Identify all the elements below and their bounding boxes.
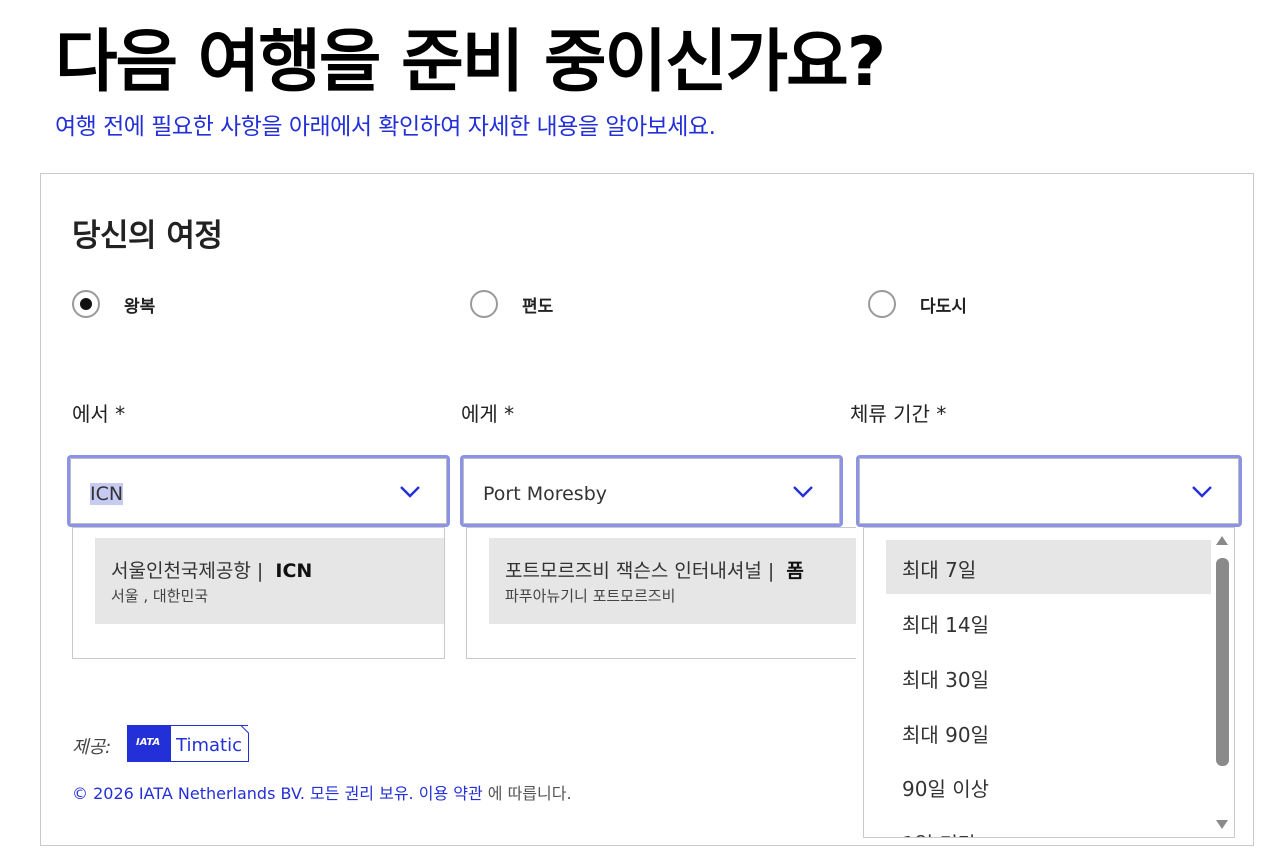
page-subtitle: 여행 전에 필요한 사항을 아래에서 확인하여 자세한 내용을 알아보세요.	[55, 114, 716, 140]
stay-option[interactable]: 최대 14일	[886, 595, 1211, 649]
option-location: 서울 , 대한민국	[111, 587, 209, 605]
iata-logo-icon: IATA	[128, 726, 171, 761]
to-label: 에게 *	[461, 402, 515, 426]
journey-title: 당신의 여정	[72, 218, 223, 254]
option-airport-code: 폼	[786, 560, 804, 582]
trip-type-roundtrip-radio[interactable]: 왕복	[72, 290, 155, 318]
from-dropdown: 서울인천국제공항 | ICN 서울 , 대한민국	[72, 527, 445, 659]
option-location: 파푸아뉴기니 포트모르즈비	[505, 587, 676, 605]
provided-by-label: 제공:	[72, 737, 112, 758]
page-title: 다음 여행을 준비 중이신가요?	[55, 23, 886, 102]
stay-option[interactable]: 최대 30일	[886, 650, 1211, 704]
terms-link[interactable]: 이용 약관	[419, 784, 483, 803]
scroll-down-arrow-icon[interactable]	[1216, 820, 1228, 829]
from-option-icn[interactable]: 서울인천국제공항 | ICN 서울 , 대한민국	[95, 538, 444, 624]
stay-duration-label: 체류 기간 *	[850, 402, 947, 426]
option-airport-name: 포트모르즈비 잭슨스 인터내셔널 |	[505, 560, 775, 582]
chevron-down-icon	[1192, 486, 1212, 498]
to-select[interactable]: Port Moresby	[460, 455, 843, 527]
trip-type-label: 왕복	[124, 296, 156, 317]
from-value: ICN	[90, 483, 124, 505]
radio-unchecked-icon	[470, 290, 498, 318]
to-option-port-moresby[interactable]: 포트모르즈비 잭슨스 인터내셔널 | 폼 파푸아뉴기니 포트모르즈비	[489, 538, 856, 624]
trip-type-oneway-radio[interactable]: 편도	[470, 290, 553, 318]
trip-type-multicity-radio[interactable]: 다도시	[868, 290, 967, 318]
listbox-scrollbar[interactable]	[1212, 528, 1234, 837]
logo-corner	[235, 725, 249, 762]
provider-name: Timatic	[176, 735, 242, 756]
from-select[interactable]: ICN	[67, 455, 450, 527]
scroll-up-arrow-icon[interactable]	[1216, 536, 1228, 545]
to-dropdown: 포트모르즈비 잭슨스 인터내셔널 | 폼 파푸아뉴기니 포트모르즈비	[466, 527, 856, 659]
rights-link[interactable]: 모든 권리 보유.	[310, 784, 414, 803]
chevron-down-icon	[400, 486, 420, 498]
trip-type-label: 다도시	[920, 296, 967, 317]
stay-duration-select[interactable]	[856, 455, 1242, 527]
stay-option[interactable]: 최대 7일	[886, 540, 1211, 594]
trip-type-label: 편도	[522, 296, 554, 317]
option-airport-name: 서울인천국제공항 |	[111, 560, 264, 582]
timatic-logo-link[interactable]: IATA Timatic	[127, 725, 249, 762]
footer-suffix: 에 따릅니다.	[487, 784, 572, 803]
option-airport-code: ICN	[275, 560, 313, 582]
stay-option[interactable]: 90일 이상	[886, 759, 1211, 813]
copyright-text: © 2026 IATA Netherlands BV.	[72, 784, 305, 803]
radio-unchecked-icon	[868, 290, 896, 318]
to-value: Port Moresby	[483, 483, 608, 505]
stay-option[interactable]: 1일 미만	[886, 814, 1211, 837]
scrollbar-thumb[interactable]	[1216, 558, 1229, 766]
chevron-down-icon	[793, 486, 813, 498]
stay-duration-listbox: 최대 7일 최대 14일 최대 30일 최대 90일 90일 이상 1일 미만	[863, 527, 1235, 838]
footer-copyright: © 2026 IATA Netherlands BV. 모든 권리 보유. 이용…	[72, 780, 572, 804]
from-label: 에서 *	[72, 402, 126, 426]
stay-option[interactable]: 최대 90일	[886, 705, 1211, 759]
radio-checked-icon	[72, 290, 100, 318]
